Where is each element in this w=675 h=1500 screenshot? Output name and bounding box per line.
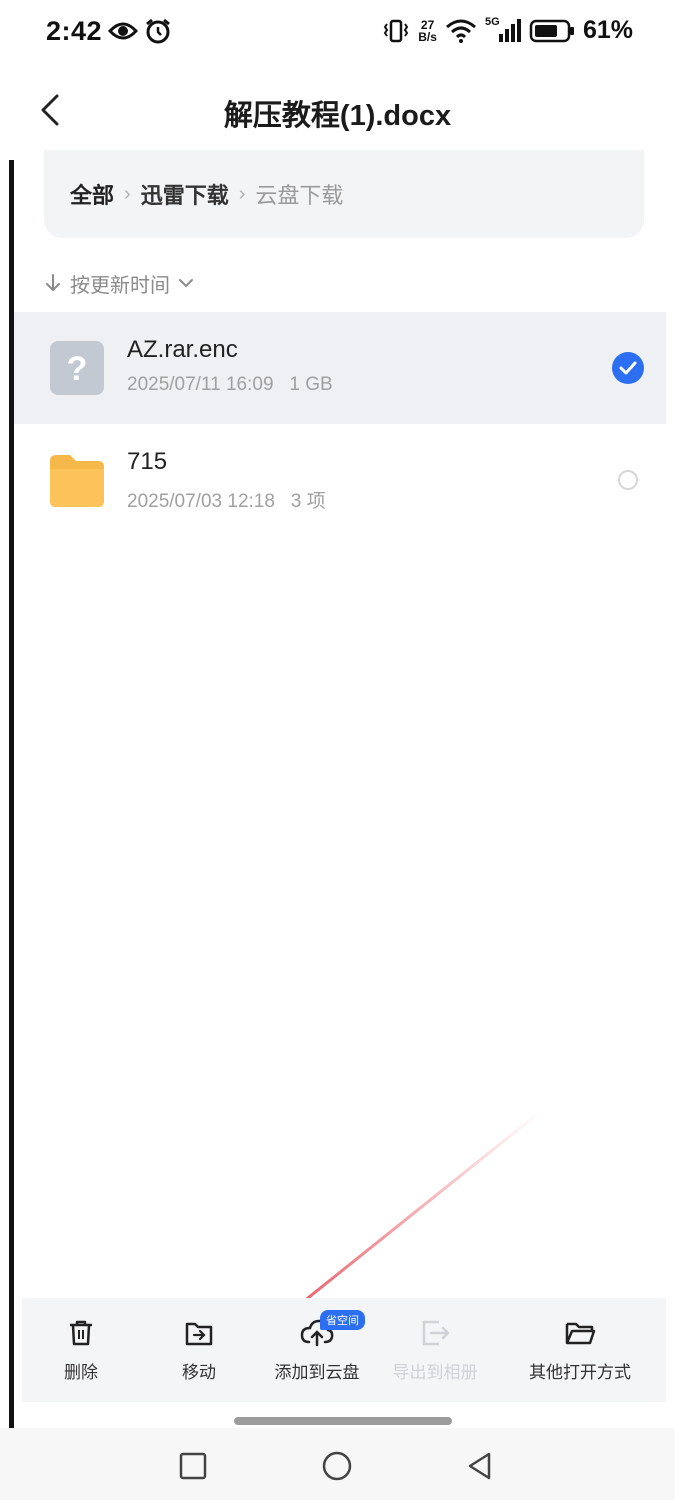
delete-button[interactable]: 删除: [22, 1298, 140, 1402]
chevron-right-icon: ›: [238, 182, 246, 205]
breadcrumb-item-xunlei[interactable]: 迅雷下载: [141, 178, 229, 210]
add-to-cloud-label: 添加到云盘: [274, 1363, 360, 1382]
list-item[interactable]: ? AZ.rar.enc 2025/07/11 16:09 1 GB: [14, 312, 666, 424]
export-icon: [422, 1320, 450, 1346]
action-bar: 删除 移动 省空间 添加到云盘 导出到相册 其他打开方式: [22, 1298, 666, 1402]
breadcrumb: 全部 › 迅雷下载 › 云盘下载: [44, 150, 644, 238]
unselected-checkbox[interactable]: [618, 470, 638, 490]
selected-checkbox[interactable]: [612, 352, 644, 384]
cellular-signal: 5G: [485, 16, 521, 44]
sort-selector[interactable]: 按更新时间: [44, 268, 194, 298]
chevron-right-icon: ›: [124, 182, 131, 205]
triangle-back-icon: [468, 1452, 491, 1480]
eye-icon: [108, 22, 138, 40]
save-space-badge: 省空间: [320, 1310, 365, 1330]
file-meta: 2025/07/11 16:09 1 GB: [127, 374, 333, 396]
alarm-icon: [146, 18, 170, 44]
page-title: 解压教程(1).docx: [223, 100, 452, 132]
folder-open-icon: [565, 1322, 596, 1345]
battery-icon: [529, 19, 574, 42]
status-time: 2:42: [46, 16, 103, 46]
chevron-down-icon: [179, 279, 193, 288]
open-with-button[interactable]: 其他打开方式: [494, 1298, 666, 1402]
move-label: 移动: [182, 1363, 216, 1382]
battery-percent: 61%: [582, 16, 633, 44]
svg-text:?: ?: [67, 350, 88, 388]
file-name: 715: [127, 448, 168, 475]
file-meta: 2025/07/03 12:18 3 项: [127, 486, 326, 513]
trash-icon: [70, 1320, 92, 1346]
status-bar: 2:42 27 B/s 5G 61%: [0, 0, 675, 64]
add-to-cloud-button[interactable]: 省空间 添加到云盘: [258, 1298, 376, 1402]
file-date: 2025/07/11 16:09: [127, 374, 274, 395]
delete-label: 删除: [64, 1363, 98, 1382]
back-nav-button[interactable]: [460, 1446, 500, 1486]
export-to-album-button[interactable]: 导出到相册: [376, 1298, 494, 1402]
unknown-file-icon: ?: [50, 341, 104, 395]
sort-label: 按更新时间: [70, 274, 170, 297]
export-to-album-label: 导出到相册: [392, 1363, 478, 1382]
vibrate-icon: [384, 19, 409, 42]
home-button[interactable]: [317, 1446, 357, 1486]
check-icon: [619, 361, 637, 375]
status-indicators: 27 B/s 5G 61%: [382, 16, 633, 45]
home-indicator[interactable]: [234, 1417, 452, 1425]
file-name: AZ.rar.enc: [127, 336, 238, 363]
folder-icon: [50, 455, 104, 507]
arrow-down-icon: [46, 274, 60, 292]
net-speed-value: 27: [420, 17, 435, 32]
move-button[interactable]: 移动: [140, 1298, 258, 1402]
folder-move-icon: [185, 1322, 213, 1346]
file-size: 3 项: [290, 491, 326, 512]
file-size: 1 GB: [289, 374, 333, 395]
net-speed-unit: B/s: [418, 29, 437, 44]
circle-icon: [322, 1451, 352, 1481]
system-nav-bar: [0, 1428, 675, 1500]
header: 解压教程(1).docx: [0, 70, 675, 150]
open-with-label: 其他打开方式: [529, 1363, 631, 1382]
file-date: 2025/07/03 12:18: [127, 491, 275, 512]
square-icon: [179, 1452, 207, 1480]
wifi-icon: [445, 19, 476, 43]
signal-icon: [498, 18, 521, 42]
recents-button[interactable]: [173, 1446, 213, 1486]
net-speed: 27 B/s: [418, 19, 437, 43]
list-item[interactable]: 715 2025/07/03 12:18 3 项: [14, 424, 666, 536]
breadcrumb-item-all[interactable]: 全部: [70, 178, 114, 210]
breadcrumb-item-current: 云盘下载: [255, 183, 344, 208]
